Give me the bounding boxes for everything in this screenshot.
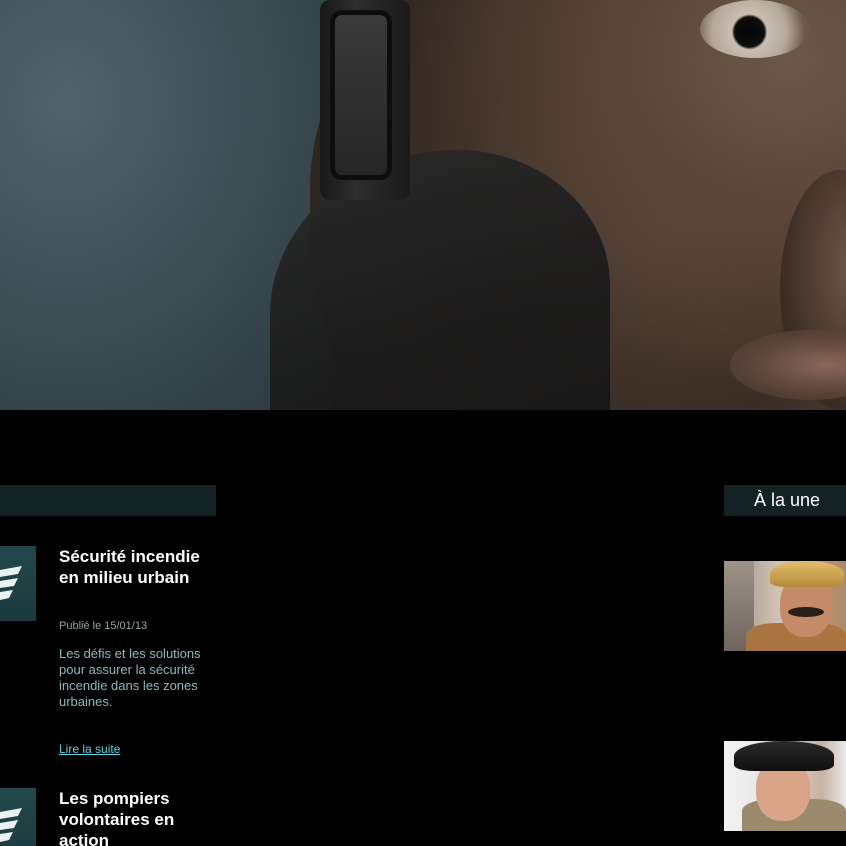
hero-image <box>0 0 846 410</box>
hero-eye <box>700 0 810 58</box>
featured-heading: À la une <box>724 485 846 516</box>
article-date: Publié le 15/01/13 <box>59 620 148 632</box>
article-description: Les défis et les solutions pour assurer … <box>59 646 201 709</box>
article-card: Sécurité incendie en milieu urbain Publi… <box>0 546 216 761</box>
article-title[interactable]: Sécurité incendie en milieu urbain <box>59 546 209 588</box>
read-more-link[interactable]: Lire la suite <box>59 742 120 756</box>
article-thumbnail[interactable] <box>0 546 36 621</box>
article-card: Les pompiers volontaires en action <box>0 788 216 846</box>
page: Sécurité incendie en milieu urbain Publi… <box>0 0 846 846</box>
featured-photo-young-firefighter[interactable] <box>724 741 846 831</box>
featured-photo-firefighter-mustache[interactable] <box>724 561 846 651</box>
article-title[interactable]: Les pompiers volontaires en action <box>59 788 209 846</box>
article-thumbnail[interactable] <box>0 788 36 846</box>
brand-logo-icon <box>0 808 22 842</box>
photo-mustache <box>788 607 824 617</box>
news-section-header-bar <box>0 485 216 516</box>
hero-strap-buckle <box>330 10 392 180</box>
photo-helmet <box>734 741 834 771</box>
photo-helmet <box>770 561 844 587</box>
brand-logo-icon <box>0 566 22 600</box>
